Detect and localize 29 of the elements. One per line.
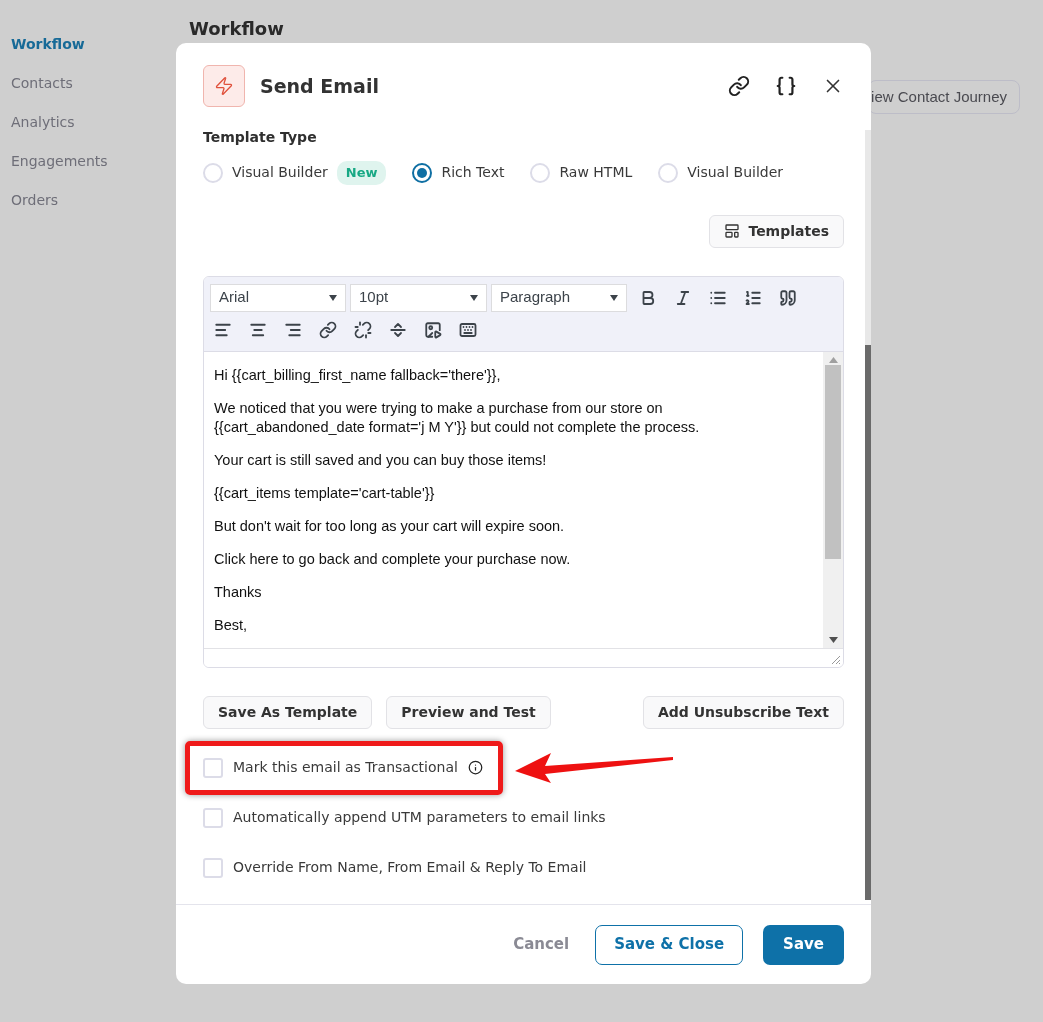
template-type-radio[interactable]: Raw HTML	[530, 162, 633, 184]
template-type-radio[interactable]: Visual Builder	[203, 162, 328, 184]
template-type-radio[interactable]: Visual Builder	[658, 162, 784, 184]
option-checkbox[interactable]: Mark this email as Transactional	[203, 757, 483, 778]
email-paragraph: {{cart_items template='cart-table'}}	[214, 483, 436, 503]
size-select[interactable]: 10pt	[350, 283, 487, 312]
email-paragraph: But don't wait for too long as your cart will expire soon.	[214, 516, 566, 536]
email-paragraph: Hi {{cart_billing_first_name fallback='there'}},	[214, 365, 502, 385]
template-type-radio[interactable]: Rich Text	[412, 162, 505, 184]
templates-button[interactable]: Templates	[709, 214, 844, 248]
action-button[interactable]: Save As Template	[203, 695, 373, 729]
footer-button[interactable]: Save	[763, 924, 844, 965]
option-checkbox[interactable]: Override From Name, From Email & Reply To Email	[203, 857, 587, 878]
email-paragraph: Your cart is still saved and you can buy those items!	[214, 450, 548, 470]
sidebar-item[interactable]: Workflow	[11, 34, 176, 55]
new-badge: New	[336, 161, 387, 185]
email-paragraph: Thanks	[214, 582, 263, 602]
page-title: Workflow	[189, 18, 284, 40]
email-paragraph: Click here to go back and complete your purchase now.	[214, 549, 572, 569]
dialog-title: Send Email	[260, 73, 379, 99]
footer-button[interactable]: Save & Close	[595, 924, 744, 965]
format-select[interactable]: Paragraph	[491, 283, 627, 312]
option-checkbox[interactable]: Automatically append UTM parameters to email links	[203, 807, 606, 828]
action-button[interactable]: Add Unsubscribe Text	[642, 695, 844, 729]
action-button[interactable]: Preview and Test	[386, 695, 551, 729]
email-paragraph: We noticed that you were trying to make a purchase from our store on {{cart_abandoned_date format='j M Y'}} but could not complete the process.	[214, 398, 701, 437]
template-type-label: Template Type	[203, 128, 318, 147]
font-select[interactable]: Arial	[210, 283, 346, 312]
email-paragraph: Best,	[214, 615, 249, 635]
